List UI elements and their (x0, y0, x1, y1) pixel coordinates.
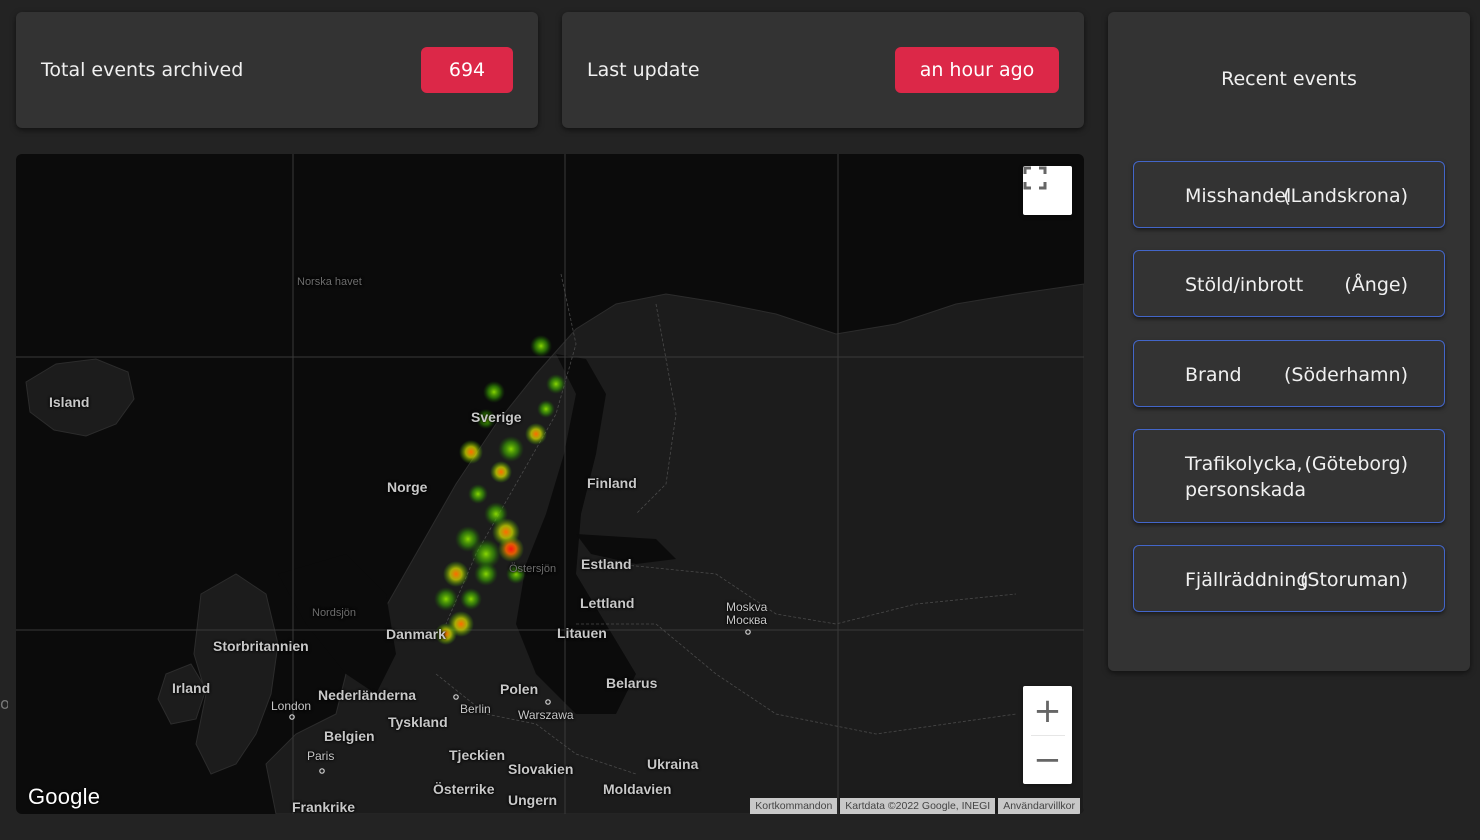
zoom-out-button[interactable]: − (1023, 736, 1072, 784)
map-label-island: Island (49, 394, 90, 410)
map-label-belarus: Belarus (606, 675, 658, 691)
map-label-frankrike: Frankrike (292, 799, 356, 814)
map-label-litauen: Litauen (557, 625, 607, 641)
zoom-in-button[interactable]: + (1023, 687, 1072, 735)
fullscreen-button[interactable] (1023, 166, 1072, 215)
map-label-tyskland: Tyskland (388, 714, 448, 730)
map-label-storbritannien: Storbritannien (213, 638, 309, 654)
event-place: (Ånge) (1344, 274, 1408, 296)
map-label-paris: Paris (307, 749, 335, 763)
map-attribution: Kortkommandon Kartdata ©2022 Google, INE… (750, 798, 1080, 814)
event-place: (Göteborg) (1304, 453, 1408, 475)
google-logo[interactable]: Google (28, 784, 100, 810)
last-update-card: Last update an hour ago (562, 12, 1084, 128)
map-label-norge: Norge (387, 479, 428, 495)
recent-events-panel: Recent events Misshandel (Landskrona) St… (1108, 12, 1470, 671)
map-label-slovakien: Slovakien (508, 761, 574, 777)
total-events-badge: 694 (421, 47, 513, 93)
map-label-estland: Estland (581, 556, 632, 572)
map-label-berlin: Berlin (460, 702, 491, 716)
terms-link[interactable]: Användarvillkor (998, 798, 1080, 814)
event-type: Fjällräddning (1185, 569, 1309, 591)
map-label-moskva: Moskva (726, 600, 768, 614)
event-card[interactable]: Fjällräddning (Storuman) (1133, 545, 1445, 612)
event-type: Trafikolycka, personskada (1185, 453, 1307, 501)
map-label-danmark: Danmark (386, 626, 446, 642)
event-place: (Landskrona) (1283, 185, 1408, 207)
last-update-badge: an hour ago (895, 47, 1059, 93)
map-label-finland: Finland (587, 475, 637, 491)
map-label-polen: Polen (500, 681, 539, 697)
map-label-lettland: Lettland (580, 595, 635, 611)
keyboard-shortcuts-link[interactable]: Kortkommandon (750, 798, 838, 814)
map-label-warszawa: Warszawa (518, 708, 574, 722)
event-card[interactable]: Trafikolycka, personskada (Göteborg) (1133, 429, 1445, 523)
map-label-osterrike: Österrike (433, 781, 495, 797)
map-label-ostersjon: Östersjön (509, 563, 557, 575)
total-events-label: Total events archived (41, 59, 244, 81)
total-events-card: Total events archived 694 (16, 12, 538, 128)
event-place: (Söderhamn) (1284, 364, 1408, 386)
britain-shape (193, 573, 279, 775)
map-data-credit: Kartdata ©2022 Google, INEGI (840, 798, 996, 814)
zoom-control: + − (1023, 686, 1072, 784)
event-place: (Storuman) (1299, 569, 1408, 591)
map-label-tjeckien: Tjeckien (449, 747, 506, 763)
map-label-nederlanderna: Nederländerna (318, 687, 417, 703)
map-label-norska-havet: Norska havet (297, 276, 362, 288)
event-type: Brand (1185, 364, 1242, 386)
map-label-london: London (271, 699, 312, 713)
map-label-nordsjon: Nordsjön (312, 607, 357, 619)
event-card[interactable]: Brand (Söderhamn) (1133, 340, 1445, 407)
map-label-ungern: Ungern (508, 792, 557, 808)
last-update-label: Last update (587, 59, 700, 81)
event-type: Stöld/inbrott (1185, 274, 1304, 296)
event-card[interactable]: Misshandel (Landskrona) (1133, 161, 1445, 228)
fullscreen-icon (1023, 166, 1047, 190)
event-card[interactable]: Stöld/inbrott (Ånge) (1133, 250, 1445, 317)
map-label-moldavien: Moldavien (603, 781, 672, 797)
cut-off-text: oc (0, 694, 8, 713)
heatmap-map[interactable]: Island Norska havet Sverige Norge Finlan… (16, 154, 1084, 814)
event-type: Misshandel (1185, 185, 1292, 207)
recent-events-title: Recent events (1221, 68, 1357, 90)
map-label-irland: Irland (172, 680, 211, 696)
mainland-shape (265, 283, 1084, 814)
map-label-moskva-cyrillic: Москва (726, 613, 767, 627)
map-label-sverige: Sverige (471, 409, 522, 425)
map-label-belgien: Belgien (324, 728, 375, 744)
map-label-ukraina: Ukraina (647, 756, 699, 772)
